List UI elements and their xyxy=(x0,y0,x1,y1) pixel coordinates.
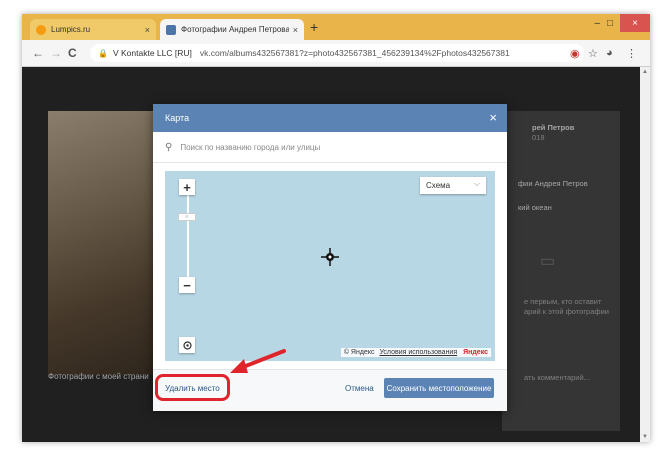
search-icon: ⚲ xyxy=(165,141,173,153)
target-icon xyxy=(182,340,192,350)
dialog-title: Карта xyxy=(165,113,190,123)
window-close-button[interactable]: × xyxy=(620,14,650,32)
map-layer-value: Схема xyxy=(426,181,451,190)
reload-button[interactable]: C xyxy=(68,46,77,60)
geolocation-button[interactable] xyxy=(179,337,195,353)
page-viewport: Фотографии с моей страни рей Петров 018 … xyxy=(22,67,640,442)
scroll-up-icon[interactable]: ▲ xyxy=(642,69,648,75)
url-text: vk.com/albums432567381?z=photo432567381_… xyxy=(199,48,510,58)
vk-favicon-icon xyxy=(166,24,176,35)
new-tab-button[interactable]: + xyxy=(310,19,318,35)
divider xyxy=(153,162,507,163)
map-attribution: © Яндекс Условия использования Яндекс xyxy=(340,348,491,357)
scroll-down-icon[interactable]: ▼ xyxy=(642,434,648,440)
city-search-input[interactable]: ⚲ Поиск по названию города или улицы xyxy=(165,140,495,154)
lock-icon: 🔒 xyxy=(98,48,108,58)
tab-label: Lumpics.ru xyxy=(51,25,91,34)
bookmark-star-icon[interactable]: ☆ xyxy=(588,47,598,60)
browser-toolbar: ← → C 🔒 V Kontakte LLC [RU] vk.com/album… xyxy=(22,40,650,67)
delete-location-button[interactable]: Удалить место xyxy=(165,384,220,393)
chevron-down-icon: ⌵ xyxy=(473,179,480,188)
tab-close-icon[interactable]: × xyxy=(293,25,298,35)
tab-lumpics[interactable]: Lumpics.ru × xyxy=(30,19,156,40)
attribution-copyright: © Яндекс xyxy=(343,349,375,356)
minimize-button[interactable]: – xyxy=(594,18,600,29)
save-location-button[interactable]: Сохранить местоположение xyxy=(384,378,494,398)
dialog-header: Карта × xyxy=(153,104,507,132)
site-identity: V Kontakte LLC [RU] xyxy=(112,48,192,58)
search-placeholder: Поиск по названию города или улицы xyxy=(180,142,321,152)
page-scrollbar[interactable]: ▲ ▼ xyxy=(640,67,650,442)
tab-vk-photos[interactable]: Фотографии Андрея Петрова - × xyxy=(160,19,304,40)
zoom-in-button[interactable]: + xyxy=(179,179,195,195)
yandex-logo: Яндекс xyxy=(463,349,488,356)
map-dialog: Карта × ⚲ Поиск по названию города или у… xyxy=(153,104,507,411)
browser-window: Lumpics.ru × Фотографии Андрея Петрова -… xyxy=(22,14,650,442)
terms-of-use-link[interactable]: Условия использования xyxy=(379,349,457,356)
map-layer-select[interactable]: Схема ⌵ xyxy=(420,177,486,194)
maximize-button[interactable]: □ xyxy=(607,18,613,29)
map-area[interactable]: + ≡ − Схема ⌵ © Яндекс Условия использов… xyxy=(165,171,495,361)
map-center-crosshair-icon xyxy=(321,248,339,266)
zoom-slider-handle[interactable]: ≡ xyxy=(178,213,196,221)
profile-avatar-icon[interactable]: ◕ xyxy=(606,47,613,59)
cancel-button[interactable]: Отмена xyxy=(345,384,374,393)
zoom-track xyxy=(187,191,189,291)
dialog-footer: Удалить место Отмена Сохранить местополо… xyxy=(153,369,507,411)
tab-label: Фотографии Андрея Петрова - xyxy=(181,25,289,34)
lumpics-favicon-icon xyxy=(36,24,46,35)
tab-close-icon[interactable]: × xyxy=(145,25,150,35)
forward-button[interactable]: → xyxy=(50,46,62,60)
tab-strip: Lumpics.ru × Фотографии Андрея Петрова -… xyxy=(22,14,650,40)
zoom-out-button[interactable]: − xyxy=(179,277,195,293)
address-bar[interactable]: 🔒 V Kontakte LLC [RU] vk.com/albums43256… xyxy=(90,44,584,62)
back-button[interactable]: ← xyxy=(32,46,44,60)
extension-icon[interactable]: ◉ xyxy=(570,47,580,60)
menu-dots-icon[interactable]: ⋮ xyxy=(626,47,637,60)
annotation-arrow-icon xyxy=(230,349,286,373)
dialog-close-icon[interactable]: × xyxy=(489,110,497,125)
